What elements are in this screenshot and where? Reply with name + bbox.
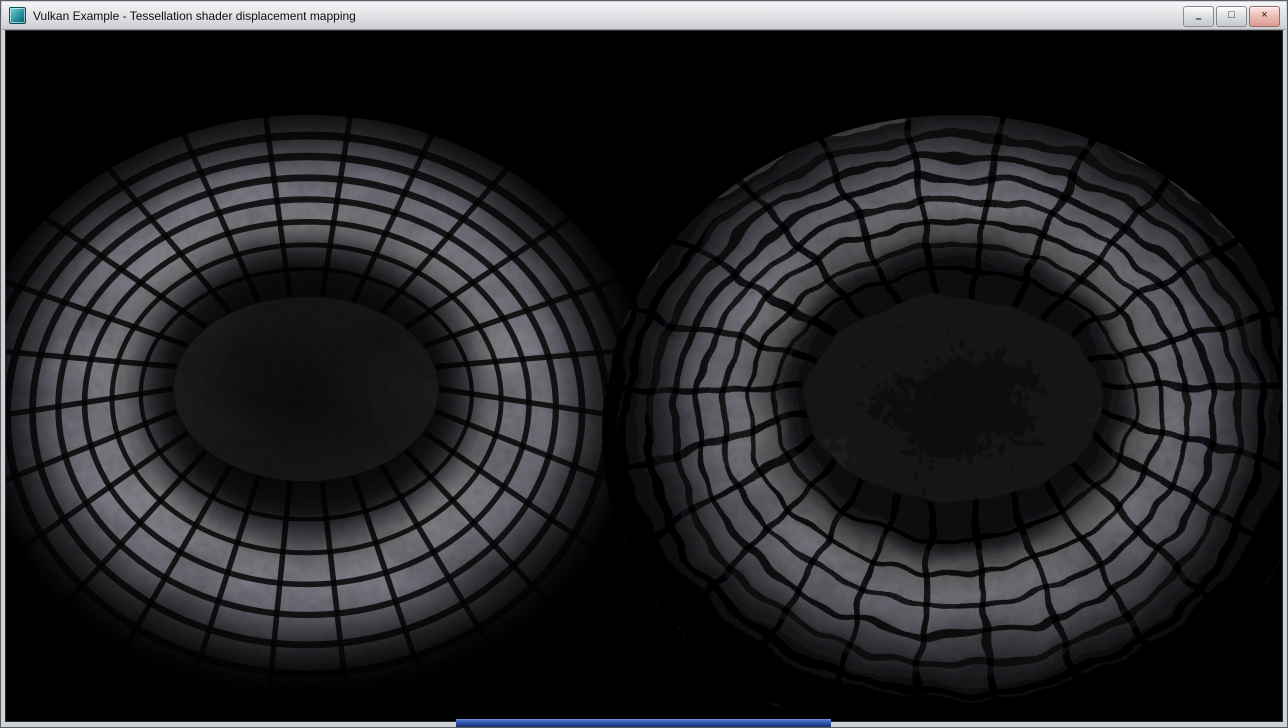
close-icon: × <box>1261 10 1267 21</box>
maximize-button[interactable]: □ <box>1216 6 1247 27</box>
render-viewport[interactable] <box>5 30 1283 722</box>
maximize-icon: □ <box>1228 10 1235 21</box>
app-window: Vulkan Example - Tessellation shader dis… <box>0 0 1288 728</box>
titlebar[interactable]: Vulkan Example - Tessellation shader dis… <box>2 2 1286 30</box>
taskbar-fragment[interactable] <box>456 719 831 727</box>
vulkan-scene <box>6 31 1283 722</box>
minimize-icon: – <box>1195 14 1201 25</box>
window-title: Vulkan Example - Tessellation shader dis… <box>33 9 356 23</box>
close-button[interactable]: × <box>1249 6 1280 27</box>
window-controls: – □ × <box>1183 6 1280 27</box>
minimize-button[interactable]: – <box>1183 6 1214 27</box>
app-icon <box>9 7 26 24</box>
